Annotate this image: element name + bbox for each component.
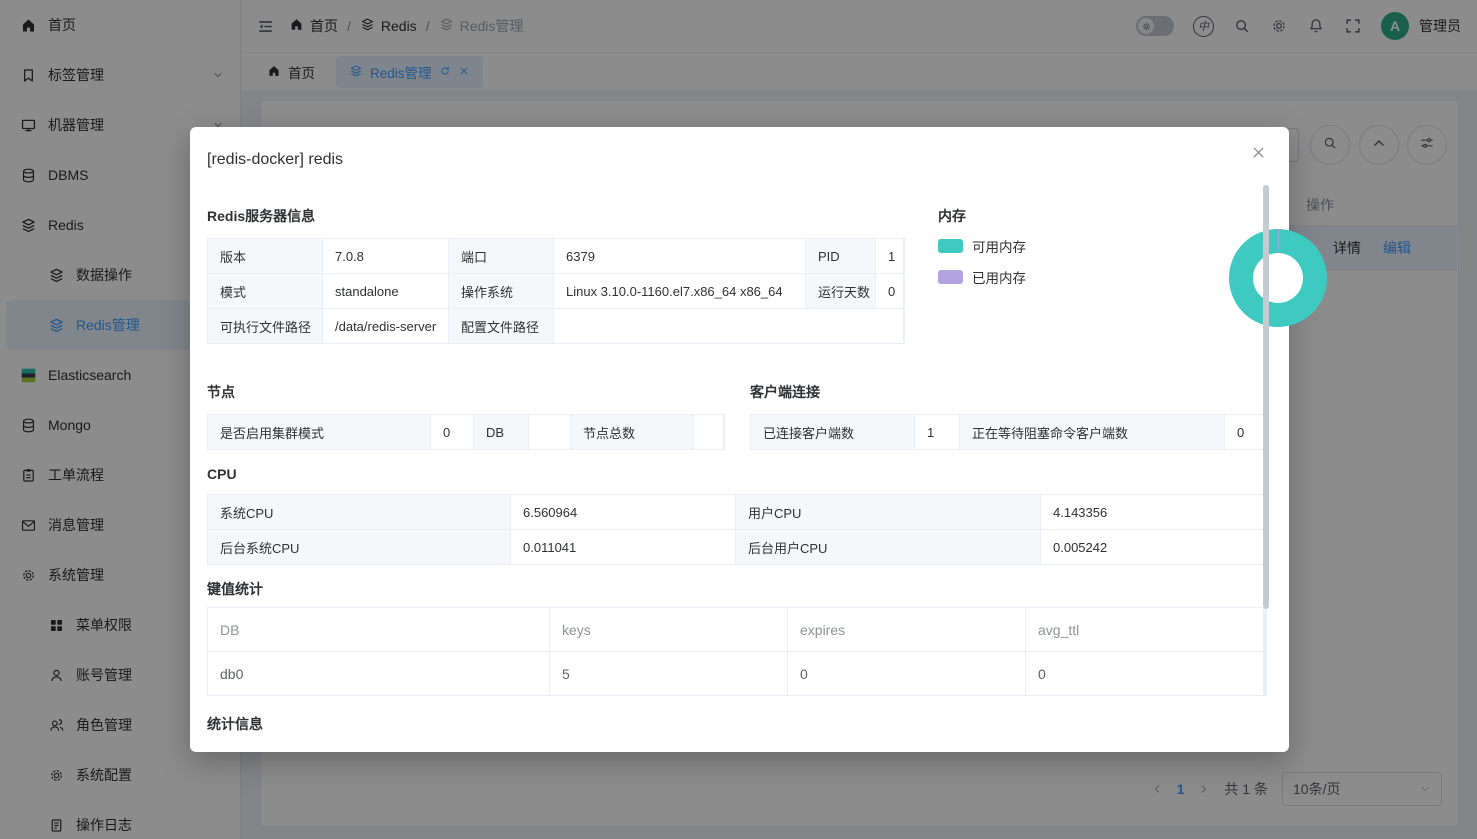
- info-label: 已连接客户端数: [751, 415, 914, 449]
- info-value: standalone: [323, 274, 448, 308]
- redis-info-dialog: [redis-docker] redis Redis服务器信息 版本 7.0.8…: [190, 127, 1327, 752]
- info-value: 0: [1225, 415, 1264, 449]
- legend-item[interactable]: 可用内存: [938, 236, 1263, 256]
- info-label: 版本: [208, 239, 322, 273]
- info-label: 用户CPU: [736, 495, 1040, 529]
- keyspace-section: 键值统计 DB keys expires avg_ttl db0 5 0 0: [207, 579, 1267, 696]
- info-value: [554, 309, 903, 343]
- info-value: 0.005242: [1041, 530, 1263, 564]
- info-value: 6379: [554, 239, 805, 273]
- info-value: 0.011041: [511, 530, 735, 564]
- section-heading: CPU: [207, 466, 237, 482]
- keyspace-table: DB keys expires avg_ttl db0 5 0 0: [207, 607, 1267, 696]
- info-value: 4.143356: [1041, 495, 1263, 529]
- table-cell: 5: [550, 652, 787, 695]
- info-label: 运行天数: [806, 274, 875, 308]
- info-label: 模式: [208, 274, 322, 308]
- info-label: DB: [474, 415, 528, 449]
- info-value: [694, 415, 723, 449]
- column-header: avg_ttl: [1026, 608, 1263, 651]
- node-table: 是否启用集群模式 0 DB 节点总数: [207, 414, 725, 450]
- info-label: 系统CPU: [208, 495, 510, 529]
- column-header: keys: [550, 608, 787, 651]
- section-heading: Redis服务器信息: [207, 208, 316, 224]
- column-header: expires: [788, 608, 1025, 651]
- info-label: 操作系统: [449, 274, 553, 308]
- memory-legend: 可用内存 已用内存: [938, 236, 1263, 287]
- stats-section-heading: 统计信息: [207, 716, 263, 732]
- node-section: 节点 是否启用集群模式 0 DB 节点总数: [207, 382, 725, 450]
- clients-section: 客户端连接 已连接客户端数 1 正在等待阻塞命令客户端数 0: [750, 382, 1268, 450]
- info-value: /data/redis-server: [323, 309, 448, 343]
- dialog-header: [redis-docker] redis: [190, 127, 1289, 171]
- legend-swatch: [938, 239, 963, 253]
- legend-item[interactable]: 已用内存: [938, 267, 1263, 287]
- table-cell: db0: [208, 652, 549, 695]
- cpu-table: 系统CPU 6.560964 用户CPU 4.143356 后台系统CPU 0.…: [207, 494, 1267, 565]
- info-label: 是否启用集群模式: [208, 415, 430, 449]
- info-label: 配置文件路径: [449, 309, 553, 343]
- legend-swatch: [938, 270, 963, 284]
- info-value: 1: [876, 239, 903, 273]
- clients-table: 已连接客户端数 1 正在等待阻塞命令客户端数 0: [750, 414, 1268, 450]
- info-value: 0: [876, 274, 903, 308]
- table-cell: 0: [788, 652, 1025, 695]
- info-label: 后台系统CPU: [208, 530, 510, 564]
- info-label: 后台用户CPU: [736, 530, 1040, 564]
- info-value: 7.0.8: [323, 239, 448, 273]
- close-icon[interactable]: [1250, 144, 1267, 161]
- modal-scrollbar-thumb[interactable]: [1263, 185, 1269, 609]
- info-value: 0: [431, 415, 473, 449]
- app-window: 首页 标签管理 机器管理 DBMS Redis 数据操作 Redis管理 Ela…: [0, 0, 1477, 839]
- memory-section: 内存 可用内存 已用内存: [938, 206, 1327, 327]
- section-heading: 内存: [938, 208, 966, 224]
- dialog-title: [redis-docker] redis: [207, 151, 344, 168]
- info-value: Linux 3.10.0-1160.el7.x86_64 x86_64: [554, 274, 805, 308]
- section-heading: 键值统计: [207, 581, 263, 597]
- info-value: [529, 415, 570, 449]
- server-info-section: Redis服务器信息 版本 7.0.8 端口 6379 PID 1 模式 sta…: [207, 206, 905, 344]
- info-label: PID: [806, 239, 875, 273]
- dialog-body: Redis服务器信息 版本 7.0.8 端口 6379 PID 1 模式 sta…: [190, 171, 1327, 734]
- server-info-table: 版本 7.0.8 端口 6379 PID 1 模式 standalone 操作系…: [207, 238, 905, 344]
- info-label: 端口: [449, 239, 553, 273]
- info-value: 6.560964: [511, 495, 735, 529]
- section-heading: 客户端连接: [750, 384, 820, 400]
- cpu-section: CPU 系统CPU 6.560964 用户CPU 4.143356 后台系统CP…: [207, 466, 1267, 565]
- info-value: 1: [915, 415, 959, 449]
- column-header: DB: [208, 608, 549, 651]
- memory-donut: [1229, 229, 1327, 327]
- table-cell: 0: [1026, 652, 1263, 695]
- info-label: 节点总数: [571, 415, 693, 449]
- section-heading: 节点: [207, 384, 235, 400]
- info-label: 正在等待阻塞命令客户端数: [960, 415, 1224, 449]
- info-label: 可执行文件路径: [208, 309, 322, 343]
